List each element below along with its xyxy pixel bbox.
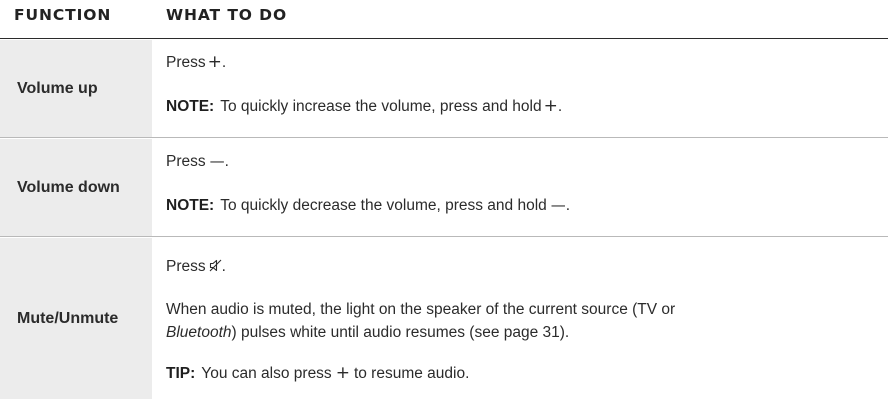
function-cell: Volume down (0, 139, 152, 236)
description-line: When audio is muted, the light on the sp… (166, 299, 675, 321)
tip-line: TIP: You can also press + to resume audio. (166, 362, 469, 385)
function-cell: Volume up (0, 40, 152, 137)
function-table: FUNCTION WHAT TO DO Volume up Press +. NO… (0, 0, 888, 399)
description-text: ) pulses white until audio resumes (see … (231, 324, 570, 341)
minus-icon: — (550, 196, 566, 214)
instruction-text: Press (166, 153, 206, 170)
mute-icon (209, 259, 222, 272)
bluetooth-term: Bluetooth (166, 324, 232, 341)
function-label-mute-unmute: Mute/Unmute (17, 309, 119, 327)
table-header: FUNCTION WHAT TO DO (0, 0, 888, 39)
function-label-volume-up: Volume up (17, 79, 98, 97)
instruction-line: Press +. (166, 51, 226, 74)
note-suffix: . (565, 197, 571, 214)
instruction-text: Press (166, 54, 206, 71)
note-suffix: . (557, 98, 563, 115)
plus-icon: + (207, 52, 222, 72)
instruction-suffix: . (224, 153, 229, 170)
function-label-volume-down: Volume down (17, 178, 120, 196)
what-to-do-cell: Press +. NOTE: To quickly increase the vol… (166, 40, 878, 137)
instruction-suffix: . (221, 258, 226, 275)
header-what-to-do: WHAT TO DO (166, 6, 288, 24)
instruction-text: Press (166, 258, 206, 275)
note-text: To quickly increase the volume, press an… (220, 98, 542, 115)
instruction-suffix: . (221, 54, 227, 71)
table-row: Volume down Press —. NOTE: To quickly decr… (0, 139, 888, 237)
tip-label: TIP: (166, 365, 196, 382)
what-to-do-cell: Press. When audio is muted, the light on… (166, 238, 878, 399)
note-label: NOTE: (166, 197, 215, 214)
note-line: NOTE: To quickly increase the volume, pre… (166, 95, 562, 118)
header-function: FUNCTION (14, 6, 112, 24)
table-row: Volume up Press +. NOTE: To quickly increa… (0, 40, 888, 138)
minus-icon: — (209, 152, 225, 170)
what-to-do-cell: Press —. NOTE: To quickly decrease the vol… (166, 139, 878, 236)
instruction-line: Press —. (166, 150, 229, 173)
plus-icon: + (543, 96, 558, 116)
table-row: Mute/Unmute Press. When audio is muted, … (0, 238, 888, 399)
description-text: When audio is muted, the light on the sp… (166, 301, 676, 318)
note-label: NOTE: (166, 98, 215, 115)
instruction-line: Press. (166, 256, 226, 278)
note-text: To quickly decrease the volume, press an… (220, 197, 547, 214)
tip-text: You can also press (201, 365, 332, 382)
plus-icon: + (335, 363, 350, 383)
description-line: Bluetooth) pulses white until audio resu… (166, 322, 569, 344)
note-line: NOTE: To quickly decrease the volume, pre… (166, 194, 570, 217)
tip-suffix: to resume audio. (353, 365, 470, 382)
function-cell: Mute/Unmute (0, 238, 152, 399)
